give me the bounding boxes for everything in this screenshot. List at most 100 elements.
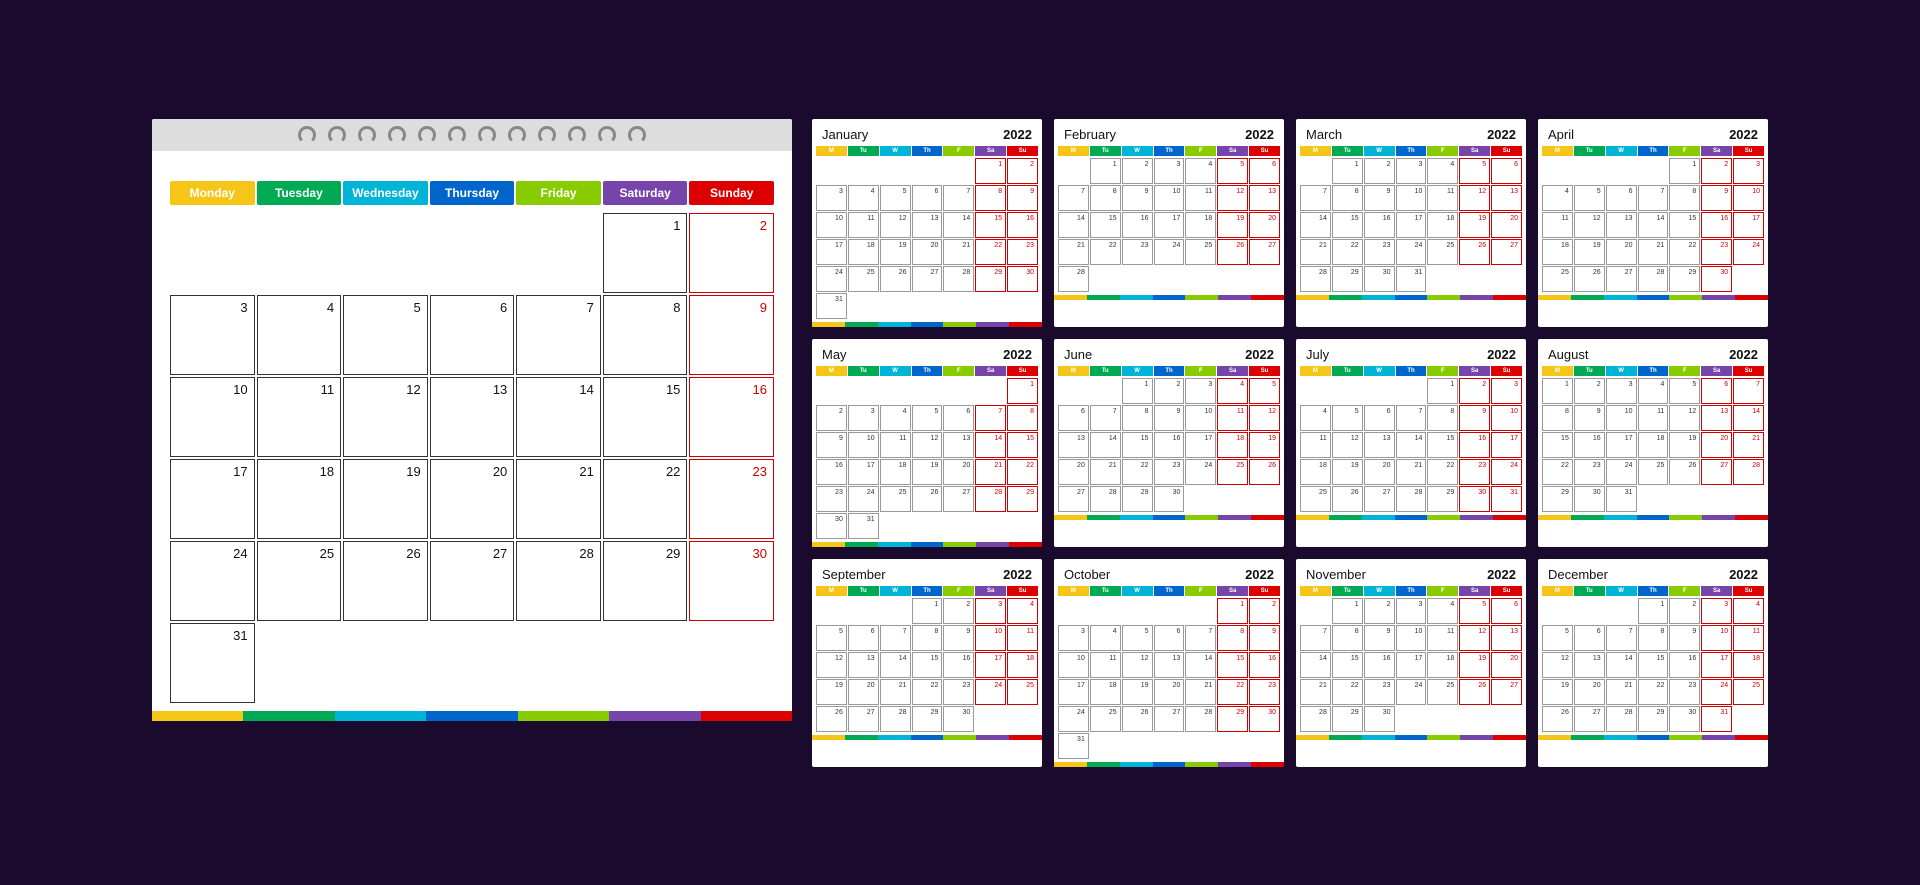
mini-day-grid: 1234567891011121314151617181920212223242… <box>1058 598 1280 759</box>
mini-day-num: 25 <box>867 269 875 276</box>
mini-day-num: 15 <box>1109 215 1117 222</box>
mini-day-num: 9 <box>1724 188 1728 195</box>
mini-day-cell: 6 <box>912 185 943 211</box>
mini-day-cell: 25 <box>1300 486 1331 512</box>
mini-day-cell: 26 <box>1332 486 1363 512</box>
mini-day-num: 3 <box>1724 601 1728 608</box>
mini-day-num: 8 <box>935 628 939 635</box>
mini-day-num: 13 <box>1077 435 1085 442</box>
mini-day-num: 28 <box>1109 489 1117 496</box>
mini-calendar-october: October2022MTuWThFSaSu123456789101112131… <box>1054 559 1284 767</box>
mini-calendar-february: February2022MTuWThFSaSu12345678910111213… <box>1054 119 1284 327</box>
mini-day-num: 13 <box>1173 655 1181 662</box>
mini-day-cell: 4 <box>880 405 911 431</box>
large-day-cell: 20 <box>430 459 515 539</box>
large-color-bar <box>152 711 792 721</box>
mini-day-num: 1 <box>1565 381 1569 388</box>
mini-day-num: 2 <box>1387 161 1391 168</box>
mini-day-cell: 10 <box>848 432 879 458</box>
mini-day-header: F <box>943 146 974 156</box>
mini-day-num: 29 <box>1351 709 1359 716</box>
large-day-cell: 16 <box>689 377 774 457</box>
mini-day-cell: 22 <box>1090 239 1121 265</box>
mini-day-num: 16 <box>1383 655 1391 662</box>
mini-calendar-april: April2022MTuWThFSaSu12345678910111213141… <box>1538 119 1768 327</box>
mini-day-num: 9 <box>1482 408 1486 415</box>
mini-day-num: 22 <box>1109 242 1117 249</box>
mini-day-cell: 29 <box>1332 706 1363 732</box>
mini-day-num: 17 <box>1752 215 1760 222</box>
mini-day-cell: 27 <box>1701 459 1732 485</box>
mini-day-cell-empty <box>1427 706 1458 732</box>
mini-day-header: M <box>1542 366 1573 376</box>
mini-day-num: 29 <box>1657 709 1665 716</box>
mini-day-cell: 31 <box>816 293 847 319</box>
mini-day-num: 23 <box>1720 242 1728 249</box>
mini-day-num: 5 <box>1355 408 1359 415</box>
mini-day-cell: 19 <box>912 459 943 485</box>
mini-month-name: August <box>1548 347 1588 362</box>
mini-day-num: 22 <box>931 682 939 689</box>
mini-day-num: 23 <box>1688 682 1696 689</box>
mini-day-header: Su <box>1733 146 1764 156</box>
mini-day-cell: 6 <box>1491 598 1522 624</box>
mini-day-num: 22 <box>1561 462 1569 469</box>
mini-day-cell: 24 <box>1396 679 1427 705</box>
mini-day-cell: 25 <box>1542 266 1573 292</box>
mini-day-num: 22 <box>994 242 1002 249</box>
mini-day-cell: 4 <box>1733 598 1764 624</box>
mini-day-num: 16 <box>1688 655 1696 662</box>
mini-day-num: 24 <box>867 489 875 496</box>
mini-day-num: 5 <box>1272 381 1276 388</box>
mini-day-header: Th <box>912 146 943 156</box>
mini-day-cell: 23 <box>1574 459 1605 485</box>
mini-month-name: May <box>822 347 847 362</box>
large-day-cell: 22 <box>603 459 688 539</box>
mini-day-cell: 11 <box>1090 652 1121 678</box>
mini-day-num: 1 <box>1355 161 1359 168</box>
large-header <box>152 151 792 181</box>
mini-day-cell: 30 <box>1701 266 1732 292</box>
mini-day-num: 8 <box>1355 628 1359 635</box>
mini-day-header: W <box>1606 586 1637 596</box>
mini-day-cell: 9 <box>1249 625 1280 651</box>
mini-day-cell: 27 <box>1249 239 1280 265</box>
mini-day-num: 11 <box>1109 655 1116 662</box>
mini-day-cell: 20 <box>1364 459 1395 485</box>
mini-day-cell: 15 <box>1122 432 1153 458</box>
mini-day-header: Su <box>1491 366 1522 376</box>
mini-day-num: 6 <box>966 408 970 415</box>
mini-day-cell: 17 <box>1606 432 1637 458</box>
mini-day-num: 4 <box>1240 381 1244 388</box>
mini-day-headers: MTuWThFSaSu <box>816 146 1038 156</box>
mini-day-cell-empty <box>880 513 911 539</box>
mini-day-cell: 3 <box>1606 378 1637 404</box>
mini-day-num: 26 <box>1478 682 1486 689</box>
mini-day-num: 11 <box>1205 188 1212 195</box>
mini-day-cell: 23 <box>1154 459 1185 485</box>
mini-color-bar <box>1054 295 1284 300</box>
mini-day-cell: 2 <box>943 598 974 624</box>
mini-day-cell: 5 <box>1249 378 1280 404</box>
day-num: 17 <box>233 464 247 479</box>
mini-day-cell: 15 <box>1217 652 1248 678</box>
mini-day-num: 15 <box>931 655 939 662</box>
mini-day-header: M <box>1300 146 1331 156</box>
mini-day-num: 21 <box>1319 682 1327 689</box>
mini-day-cell: 17 <box>1396 212 1427 238</box>
mini-day-num: 18 <box>1204 215 1212 222</box>
mini-day-cell: 14 <box>943 212 974 238</box>
mini-day-cell: 28 <box>1606 706 1637 732</box>
mini-day-headers: MTuWThFSaSu <box>1300 586 1522 596</box>
day-num: 13 <box>493 382 507 397</box>
mini-day-cell: 30 <box>1007 266 1038 292</box>
mini-day-cell: 6 <box>1701 378 1732 404</box>
mini-day-num: 9 <box>1030 188 1034 195</box>
mini-day-cell: 25 <box>880 486 911 512</box>
mini-day-cell-empty <box>912 378 943 404</box>
mini-day-num: 4 <box>903 408 907 415</box>
day-num: 20 <box>493 464 507 479</box>
mini-day-num: 13 <box>1383 435 1391 442</box>
mini-day-num: 19 <box>1236 215 1244 222</box>
mini-day-num: 21 <box>1109 462 1117 469</box>
